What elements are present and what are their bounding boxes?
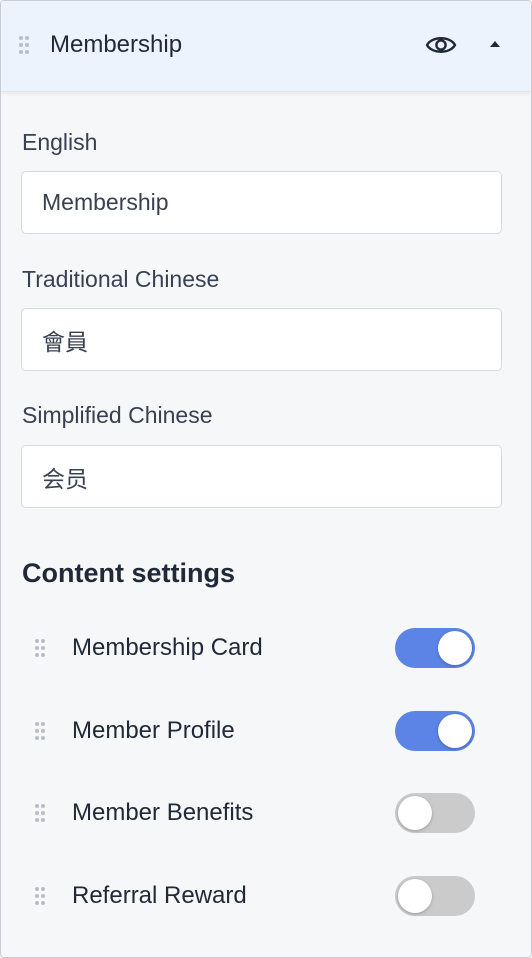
referral-reward-toggle[interactable] <box>395 876 475 916</box>
setting-label: Referral Reward <box>72 882 247 909</box>
toggle-knob <box>398 879 432 913</box>
caret-up-icon[interactable] <box>485 34 505 54</box>
setting-label: Membership Card <box>72 634 263 661</box>
member-benefits-toggle[interactable] <box>395 793 475 833</box>
drag-handle-icon[interactable] <box>34 803 46 823</box>
toggle-knob <box>438 631 472 665</box>
drag-handle-icon[interactable] <box>34 721 46 741</box>
toggle-knob <box>398 796 432 830</box>
panel-title: Membership <box>50 31 183 58</box>
english-input[interactable] <box>21 171 502 234</box>
english-label: English <box>22 129 98 155</box>
simplified-chinese-input[interactable] <box>21 445 502 508</box>
membership-card-toggle[interactable] <box>395 628 475 668</box>
setting-label: Member Profile <box>72 717 235 744</box>
drag-handle-icon[interactable] <box>18 35 30 55</box>
drag-handle-icon[interactable] <box>34 638 46 658</box>
membership-panel: Membership English Traditional Chinese S… <box>0 0 532 958</box>
toggle-knob <box>438 714 472 748</box>
drag-handle-icon[interactable] <box>34 886 46 906</box>
member-profile-toggle[interactable] <box>395 711 475 751</box>
setting-row-referral-reward: Referral Reward <box>1 866 531 926</box>
content-settings-heading: Content settings <box>22 558 235 588</box>
setting-row-member-benefits: Member Benefits <box>1 783 531 843</box>
traditional-chinese-input[interactable] <box>21 308 502 371</box>
panel-header[interactable]: Membership <box>1 1 531 92</box>
setting-row-member-profile: Member Profile <box>1 701 531 761</box>
setting-label: Member Benefits <box>72 799 254 826</box>
setting-row-membership-card: Membership Card <box>1 618 531 678</box>
simplified-chinese-label: Simplified Chinese <box>22 402 213 428</box>
traditional-chinese-label: Traditional Chinese <box>22 266 220 292</box>
eye-icon[interactable] <box>424 31 458 59</box>
